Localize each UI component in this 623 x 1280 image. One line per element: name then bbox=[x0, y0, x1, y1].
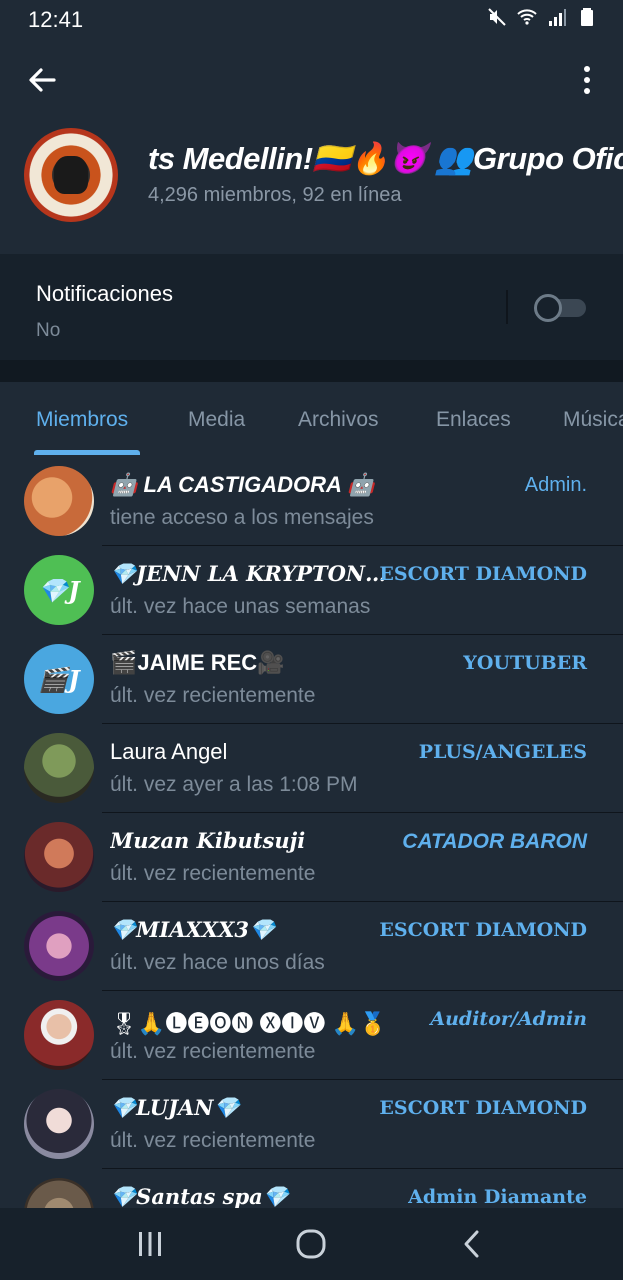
member-row[interactable]: 💎LUJAN💎 últ. vez recientemente ESCORT DI… bbox=[0, 1079, 623, 1168]
member-name: 💎Santas spa💎 bbox=[110, 1184, 289, 1208]
back-arrow-icon[interactable] bbox=[24, 62, 60, 98]
member-status: últ. vez hace unas semanas bbox=[110, 595, 371, 618]
signal-icon bbox=[549, 9, 566, 26]
member-avatar[interactable] bbox=[24, 822, 94, 892]
member-role: PLUS/ANGELES bbox=[418, 741, 587, 763]
status-bar: 12:41 bbox=[0, 0, 623, 36]
back-nav-icon[interactable] bbox=[453, 1228, 493, 1260]
mute-icon bbox=[488, 8, 506, 26]
toggle-knob bbox=[534, 294, 562, 322]
member-status: últ. vez recientemente bbox=[110, 862, 316, 885]
member-name: Laura Angel bbox=[110, 739, 228, 764]
notifications-divider bbox=[506, 290, 508, 324]
more-options-icon[interactable] bbox=[573, 62, 601, 98]
row-separator bbox=[102, 990, 623, 991]
member-name: Muzan Kibutsuji bbox=[110, 828, 306, 853]
member-status: últ. vez recientemente bbox=[110, 684, 316, 707]
member-avatar[interactable] bbox=[24, 1178, 94, 1208]
member-row[interactable]: Muzan Kibutsuji últ. vez recientemente C… bbox=[0, 812, 623, 901]
group-avatar-emblem bbox=[54, 156, 88, 194]
chat-header: ts Medellin!🇨🇴🔥😈 👥Grupo Oficial 4,296 mi… bbox=[0, 36, 623, 254]
screen: 12:41 ts Medellin!🇨🇴🔥😈 👥Grupo Oficial 4,… bbox=[0, 0, 623, 1280]
member-status: tiene acceso a los mensajes bbox=[110, 506, 374, 529]
media-tabs: Miembros Media Archivos Enlaces Música bbox=[0, 382, 623, 456]
member-status: últ. vez recientemente bbox=[110, 1040, 316, 1063]
member-name: 💎JENN LA KRYPTON… bbox=[110, 561, 387, 586]
member-avatar[interactable] bbox=[24, 911, 94, 981]
member-row[interactable]: 🤖 LA CASTIGADORA 🤖 tiene acceso a los me… bbox=[0, 456, 623, 545]
notifications-row[interactable]: Notificaciones No bbox=[0, 254, 623, 360]
member-avatar[interactable]: 💎J bbox=[24, 555, 94, 625]
section-gap bbox=[0, 360, 623, 382]
row-separator bbox=[102, 723, 623, 724]
recent-apps-icon[interactable] bbox=[130, 1228, 170, 1260]
row-separator bbox=[102, 545, 623, 546]
battery-icon bbox=[581, 8, 593, 26]
member-avatar[interactable] bbox=[24, 1000, 94, 1070]
status-time: 12:41 bbox=[28, 7, 84, 32]
member-avatar[interactable] bbox=[24, 1089, 94, 1159]
wifi-icon bbox=[517, 9, 537, 25]
group-member-count: 4,296 miembros, 92 en línea bbox=[148, 184, 402, 206]
member-status: últ. vez hace unos días bbox=[110, 951, 325, 974]
active-tab-indicator bbox=[34, 450, 140, 455]
status-icons bbox=[487, 7, 597, 27]
row-separator bbox=[102, 901, 623, 902]
member-name: 🤖 LA CASTIGADORA 🤖 bbox=[110, 472, 375, 497]
member-status: últ. vez ayer a las 1:08 PM bbox=[110, 773, 358, 796]
member-role: Admin Diamante bbox=[408, 1186, 587, 1208]
member-avatar[interactable] bbox=[24, 733, 94, 803]
member-role: YOUTUBER bbox=[463, 652, 587, 674]
member-name: 💎LUJAN💎 bbox=[110, 1095, 240, 1120]
member-avatar[interactable]: 🎬J bbox=[24, 644, 94, 714]
member-role: ESCORT DIAMOND bbox=[379, 1097, 587, 1119]
member-row[interactable]: 💎MIAXXX3💎 últ. vez hace unos días ESCORT… bbox=[0, 901, 623, 990]
row-separator bbox=[102, 812, 623, 813]
row-separator bbox=[102, 1079, 623, 1080]
member-row[interactable]: 🎖🙏🅛🅔🅞🅝 🅧🅘🅥 🙏🥇 últ. vez recientemente Aud… bbox=[0, 990, 623, 1079]
member-role: ESCORT DIAMOND bbox=[379, 563, 587, 585]
group-title: ts Medellin!🇨🇴🔥😈 👥Grupo Oficial bbox=[148, 141, 623, 176]
home-icon[interactable] bbox=[291, 1228, 331, 1260]
tab-links[interactable]: Enlaces bbox=[436, 408, 511, 432]
system-nav-bar bbox=[0, 1208, 623, 1280]
member-role: ESCORT DIAMOND bbox=[379, 919, 587, 941]
member-role: Auditor/Admin bbox=[430, 1008, 587, 1030]
avatar-initial: 🎬J bbox=[38, 664, 80, 694]
member-name: 💎MIAXXX3💎 bbox=[110, 917, 276, 942]
member-row[interactable]: 🎬J 🎬JAIME REC🎥 últ. vez recientemente YO… bbox=[0, 634, 623, 723]
member-name: 🎖🙏🅛🅔🅞🅝 🅧🅘🅥 🙏🥇 bbox=[110, 1011, 387, 1036]
notifications-value: No bbox=[36, 320, 61, 341]
member-name: 🎬JAIME REC🎥 bbox=[110, 650, 285, 675]
tab-media[interactable]: Media bbox=[188, 408, 245, 432]
member-role: CATADOR BARON bbox=[402, 830, 587, 853]
notifications-label: Notificaciones bbox=[36, 281, 173, 306]
tab-files[interactable]: Archivos bbox=[298, 408, 379, 432]
tab-members[interactable]: Miembros bbox=[36, 408, 128, 432]
member-avatar[interactable] bbox=[24, 466, 94, 536]
members-list: 🤖 LA CASTIGADORA 🤖 tiene acceso a los me… bbox=[0, 456, 623, 1208]
notifications-toggle[interactable] bbox=[534, 294, 588, 322]
member-row[interactable]: 💎Santas spa💎 Admin Diamante bbox=[0, 1168, 623, 1208]
member-row[interactable]: 💎J 💎JENN LA KRYPTON… últ. vez hace unas … bbox=[0, 545, 623, 634]
row-separator bbox=[102, 1168, 623, 1169]
member-row[interactable]: Laura Angel últ. vez ayer a las 1:08 PM … bbox=[0, 723, 623, 812]
group-title-wrap: ts Medellin!🇨🇴🔥😈 👥Grupo Oficial bbox=[148, 140, 623, 186]
member-role: Admin. bbox=[524, 474, 587, 496]
group-avatar[interactable] bbox=[24, 128, 118, 222]
member-status: últ. vez recientemente bbox=[110, 1129, 316, 1152]
avatar-initial: 💎J bbox=[38, 575, 80, 605]
row-separator bbox=[102, 634, 623, 635]
tab-music[interactable]: Música bbox=[563, 408, 623, 432]
